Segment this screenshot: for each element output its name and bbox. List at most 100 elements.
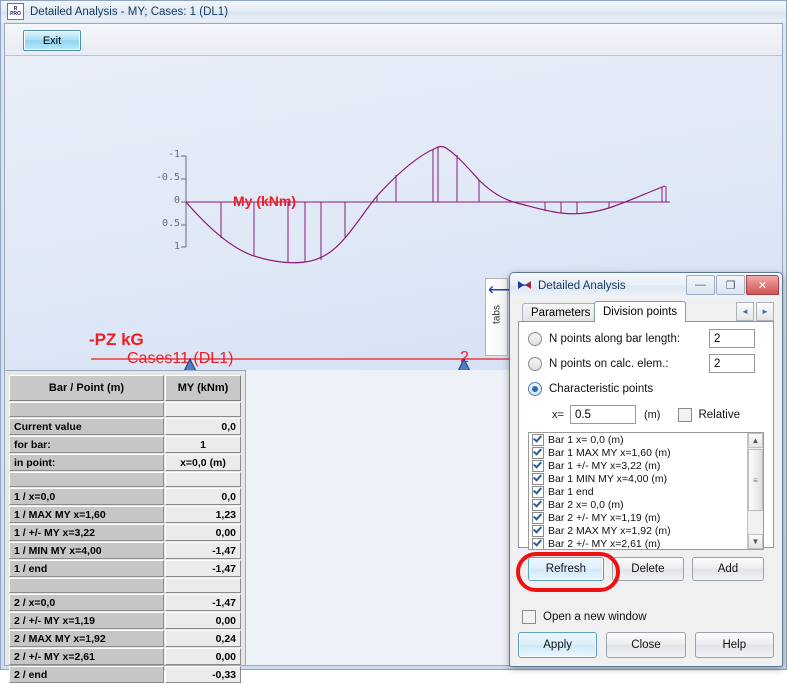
apply-button[interactable]: Apply bbox=[518, 632, 598, 658]
characteristic-points-list[interactable]: Bar 1 x= 0,0 (m) Bar 1 MAX MY x=1,60 (m)… bbox=[528, 432, 764, 550]
radio-characteristic-points[interactable] bbox=[528, 381, 542, 396]
refresh-button[interactable]: Refresh bbox=[528, 557, 604, 581]
scroll-up-icon[interactable]: ▲ bbox=[748, 433, 763, 448]
list-item[interactable]: Bar 1 +/- MY x=3,22 (m) bbox=[529, 459, 763, 472]
tab-parameters[interactable]: Parameters bbox=[522, 303, 600, 322]
cell-label: 1 / MIN MY x=4,00 bbox=[9, 542, 164, 559]
n-points-calc-elem-input[interactable]: 2 bbox=[709, 354, 755, 373]
list-item[interactable]: Bar 2 MAX MY x=1,92 (m) bbox=[529, 524, 763, 537]
cell-label: 2 / x=0,0 bbox=[9, 594, 164, 611]
cell-value bbox=[165, 578, 241, 593]
cell-value: 1 bbox=[165, 436, 241, 453]
tab-prev-button[interactable]: ◄ bbox=[736, 302, 754, 321]
list-item[interactable]: Bar 1 MIN MY x=4,00 (m) bbox=[529, 472, 763, 485]
list-item-label: Bar 1 end bbox=[548, 485, 594, 498]
list-item-checkbox[interactable] bbox=[532, 511, 544, 524]
x-input[interactable]: 0.5 bbox=[569, 405, 636, 424]
table-row: 1 / x=0,0 0,0 bbox=[9, 488, 241, 505]
cell-label: 1 / x=0,0 bbox=[9, 488, 164, 505]
maximize-button[interactable]: ❐ bbox=[716, 275, 745, 295]
option-label: Characteristic points bbox=[549, 382, 654, 395]
tab-next-button[interactable]: ► bbox=[756, 302, 774, 321]
table-row: in point: x=0,0 (m) bbox=[9, 454, 241, 471]
cell-value: 0,00 bbox=[165, 648, 241, 665]
list-item-checkbox[interactable] bbox=[532, 524, 544, 537]
table-row: 2 / +/- MY x=2,61 0,00 bbox=[9, 648, 241, 665]
table-row: 1 / MAX MY x=1,60 1,23 bbox=[9, 506, 241, 523]
scrollbar-thumb[interactable]: ≡ bbox=[748, 449, 763, 511]
x-label: x= bbox=[552, 408, 564, 421]
axis-tick-2: 0 bbox=[173, 195, 180, 206]
cell-label: 2 / MAX MY x=1,92 bbox=[9, 630, 164, 647]
list-item-label: Bar 1 MIN MY x=4,00 (m) bbox=[548, 472, 668, 485]
help-button[interactable]: Help bbox=[694, 632, 774, 658]
cell-label bbox=[9, 402, 164, 417]
radio-n-points-bar-length[interactable] bbox=[528, 331, 542, 346]
close-button[interactable]: ✕ bbox=[746, 275, 779, 295]
detailed-analysis-icon bbox=[517, 279, 532, 292]
diagram-label: My (kNm) bbox=[233, 193, 297, 209]
minimize-button[interactable]: — bbox=[686, 275, 715, 295]
close-dialog-button[interactable]: Close bbox=[606, 632, 686, 658]
table-header-row: Bar / Point (m) MY (kNm) bbox=[9, 375, 241, 401]
list-item-checkbox[interactable] bbox=[532, 472, 544, 485]
cell-value: 0,0 bbox=[165, 488, 241, 505]
cell-value: -0,33 bbox=[165, 666, 241, 683]
division-points-panel: N points along bar length: 2 N points on… bbox=[518, 321, 774, 581]
column-header-bar-point: Bar / Point (m) bbox=[9, 375, 164, 401]
table-row bbox=[9, 402, 241, 417]
n-points-bar-length-input[interactable]: 2 bbox=[709, 329, 755, 348]
option-characteristic-points[interactable]: Characteristic points bbox=[528, 380, 764, 397]
list-item[interactable]: Bar 2 x= 0,0 (m) bbox=[529, 498, 763, 511]
cell-label: 1 / MAX MY x=1,60 bbox=[9, 506, 164, 523]
list-item-checkbox[interactable] bbox=[532, 433, 544, 446]
cell-label bbox=[9, 472, 164, 487]
option-n-points-calc-elem[interactable]: N points on calc. elem.: 2 bbox=[528, 354, 764, 373]
cell-label bbox=[9, 578, 164, 593]
table-row: 2 / MAX MY x=1,92 0,24 bbox=[9, 630, 241, 647]
list-scrollbar[interactable]: ▲ ≡ ▼ bbox=[747, 433, 763, 549]
list-item[interactable]: Bar 2 +/- MY x=2,61 (m) bbox=[529, 537, 763, 549]
option-label: N points on calc. elem.: bbox=[549, 357, 669, 370]
scroll-down-icon[interactable]: ▼ bbox=[748, 534, 763, 549]
list-item[interactable]: Bar 1 x= 0,0 (m) bbox=[529, 433, 763, 446]
open-new-window-row[interactable]: Open a new window bbox=[522, 610, 774, 624]
robot-pro-icon-line2: PRO bbox=[10, 10, 21, 17]
add-button[interactable]: Add bbox=[691, 557, 764, 581]
option-n-points-bar-length[interactable]: N points along bar length: 2 bbox=[528, 329, 764, 348]
list-item-label: Bar 1 MAX MY x=1,60 (m) bbox=[548, 446, 671, 459]
relative-checkbox[interactable] bbox=[678, 407, 693, 422]
open-new-window-checkbox[interactable] bbox=[522, 610, 536, 624]
table-row: 1 / end -1,47 bbox=[9, 560, 241, 577]
application-root: R PRO Detailed Analysis - MY; Cases: 1 (… bbox=[0, 0, 787, 683]
cell-label: 1 / end bbox=[9, 560, 164, 577]
option-label: N points along bar length: bbox=[549, 332, 681, 345]
table-row bbox=[9, 578, 241, 593]
dialog-titlebar[interactable]: Detailed Analysis — ❐ ✕ bbox=[510, 273, 782, 298]
cell-value bbox=[165, 472, 241, 487]
axis-tick-4: 1 bbox=[173, 241, 180, 252]
tabs-strip[interactable]: ⟵ tabs bbox=[485, 278, 512, 356]
list-item-checkbox[interactable] bbox=[532, 485, 544, 498]
dialog-footer: Open a new window Apply Close Help bbox=[518, 600, 774, 658]
radio-n-points-calc-elem[interactable] bbox=[528, 356, 542, 371]
dialog-title: Detailed Analysis bbox=[538, 279, 626, 292]
list-item-checkbox[interactable] bbox=[532, 446, 544, 459]
dialog-main-buttons: Apply Close Help bbox=[518, 632, 774, 658]
delete-button[interactable]: Delete bbox=[611, 557, 684, 581]
dialog-body: Parameters Division points ◄ ► N points … bbox=[518, 301, 774, 658]
list-item-checkbox[interactable] bbox=[532, 498, 544, 511]
results-table-body: Current value 0,0 for bar: 1 in point: x=0,… bbox=[9, 402, 241, 683]
list-action-buttons: Refresh Delete Add bbox=[528, 557, 764, 581]
list-item[interactable]: Bar 1 MAX MY x=1,60 (m) bbox=[529, 446, 763, 459]
tab-division-points[interactable]: Division points bbox=[594, 301, 687, 322]
cell-label: for bar: bbox=[9, 436, 164, 453]
exit-button[interactable]: Exit bbox=[23, 30, 81, 51]
list-item[interactable]: Bar 2 +/- MY x=1,19 (m) bbox=[529, 511, 763, 524]
table-row: 2 / x=0,0 -1,47 bbox=[9, 594, 241, 611]
list-item-checkbox[interactable] bbox=[532, 459, 544, 472]
window-buttons: — ❐ ✕ bbox=[685, 275, 779, 295]
node-label: 2 bbox=[460, 349, 469, 366]
list-item[interactable]: Bar 1 end bbox=[529, 485, 763, 498]
list-item-checkbox[interactable] bbox=[532, 537, 544, 549]
